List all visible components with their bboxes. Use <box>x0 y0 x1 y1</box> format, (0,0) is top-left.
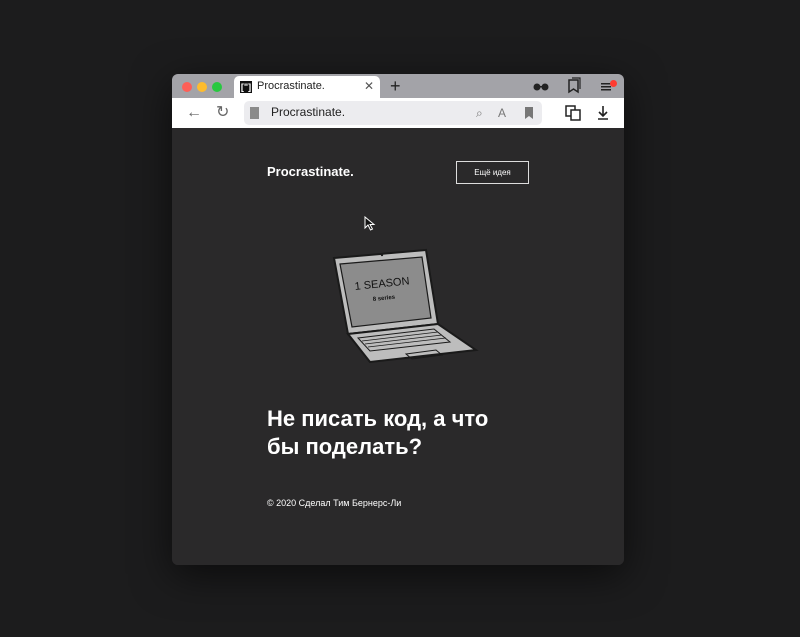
translate-icon[interactable]: A <box>498 104 506 122</box>
url-field[interactable]: Procrastinate. ⌕ A <box>244 101 542 125</box>
footer-credit: © 2020 Сделал Тим Бернерс-Ли <box>267 498 402 508</box>
zoom-icon[interactable]: ⌕ <box>476 104 483 122</box>
back-icon[interactable]: ← <box>186 102 202 124</box>
laptop-illustration: 1 SEASON 8 series <box>332 248 479 363</box>
address-bar: ← ↻ Procrastinate. ⌕ A <box>172 98 624 129</box>
close-window-button[interactable] <box>182 82 192 92</box>
glasses-icon[interactable] <box>532 77 550 95</box>
tab-title: Procrastinate. <box>257 80 325 92</box>
bookmark-icon[interactable] <box>524 104 534 125</box>
tab-bar: ["] Procrastinate. ✕ + <box>172 74 624 98</box>
notification-dot <box>610 80 617 87</box>
minimize-window-button[interactable] <box>197 82 207 92</box>
new-tab-button[interactable]: + <box>390 74 401 98</box>
page-icon <box>250 107 259 119</box>
browser-window: ["] Procrastinate. ✕ + ← ↻ Procrastinate… <box>172 74 624 565</box>
page-content: Procrastinate. Ещё идея 1 SEASON 8 serie… <box>172 128 624 565</box>
site-logo[interactable]: Procrastinate. <box>267 164 354 179</box>
tab-procrastinate[interactable]: ["] Procrastinate. ✕ <box>234 76 380 98</box>
reader-icon[interactable] <box>564 102 582 129</box>
another-idea-button[interactable]: Ещё идея <box>456 161 529 184</box>
reload-icon[interactable]: ↻ <box>216 102 229 124</box>
bookmarks-icon[interactable] <box>566 77 582 95</box>
headline: Не писать код, а что бы поделать? <box>267 405 567 461</box>
download-icon[interactable] <box>596 102 610 129</box>
headline-line-1: Не писать код, а что <box>267 406 489 431</box>
url-text: Procrastinate. <box>271 105 346 119</box>
favicon: ["] <box>240 81 252 93</box>
headline-line-2: бы поделать? <box>267 434 423 459</box>
zoom-window-button[interactable] <box>212 82 222 92</box>
tab-close-icon[interactable]: ✕ <box>364 79 374 93</box>
mouse-cursor-icon <box>364 216 376 231</box>
